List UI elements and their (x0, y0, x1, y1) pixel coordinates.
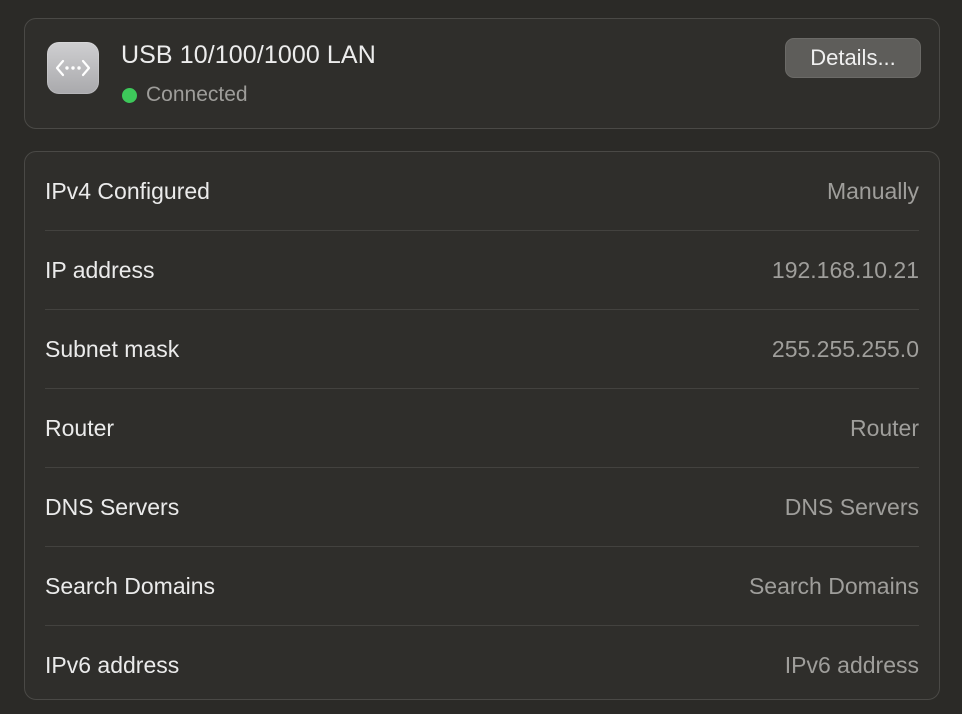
ipv4-info-card: IPv4 Configured Manually IP address 192.… (24, 151, 940, 700)
row-ipv4-configured: IPv4 Configured Manually (45, 152, 919, 231)
interface-header-card: USB 10/100/1000 LAN Connected Details... (24, 18, 940, 129)
interface-name: USB 10/100/1000 LAN (121, 41, 376, 69)
row-value: 192.168.10.21 (771, 257, 919, 283)
row-label: Router (45, 415, 115, 441)
row-label: Search Domains (45, 573, 216, 599)
row-label: IPv6 address (45, 652, 180, 678)
row-search-domains: Search Domains Search Domains (45, 547, 919, 626)
row-subnet-mask: Subnet mask 255.255.255.0 (45, 310, 919, 389)
connection-status: Connected (122, 83, 248, 107)
row-ipv6-address: IPv6 address IPv6 address (45, 626, 919, 705)
network-ethernet-icon (47, 42, 99, 94)
row-value: Router (849, 415, 919, 441)
row-label: Subnet mask (45, 336, 180, 362)
ethernet-arrows-icon (55, 59, 91, 77)
network-settings-pane: USB 10/100/1000 LAN Connected Details...… (0, 0, 962, 714)
row-value: IPv6 address (784, 652, 919, 678)
row-label: DNS Servers (45, 494, 180, 520)
row-label: IPv4 Configured (45, 178, 210, 204)
row-dns-servers: DNS Servers DNS Servers (45, 468, 919, 547)
row-value: DNS Servers (784, 494, 919, 520)
row-ip-address: IP address 192.168.10.21 (45, 231, 919, 310)
row-value: Search Domains (748, 573, 919, 599)
status-text: Connected (146, 83, 248, 106)
row-value: 255.255.255.0 (771, 336, 919, 362)
row-value: Manually (826, 178, 919, 204)
row-label: IP address (45, 257, 155, 283)
row-router: Router Router (45, 389, 919, 468)
details-button[interactable]: Details... (785, 38, 921, 78)
status-dot-icon (122, 87, 137, 103)
